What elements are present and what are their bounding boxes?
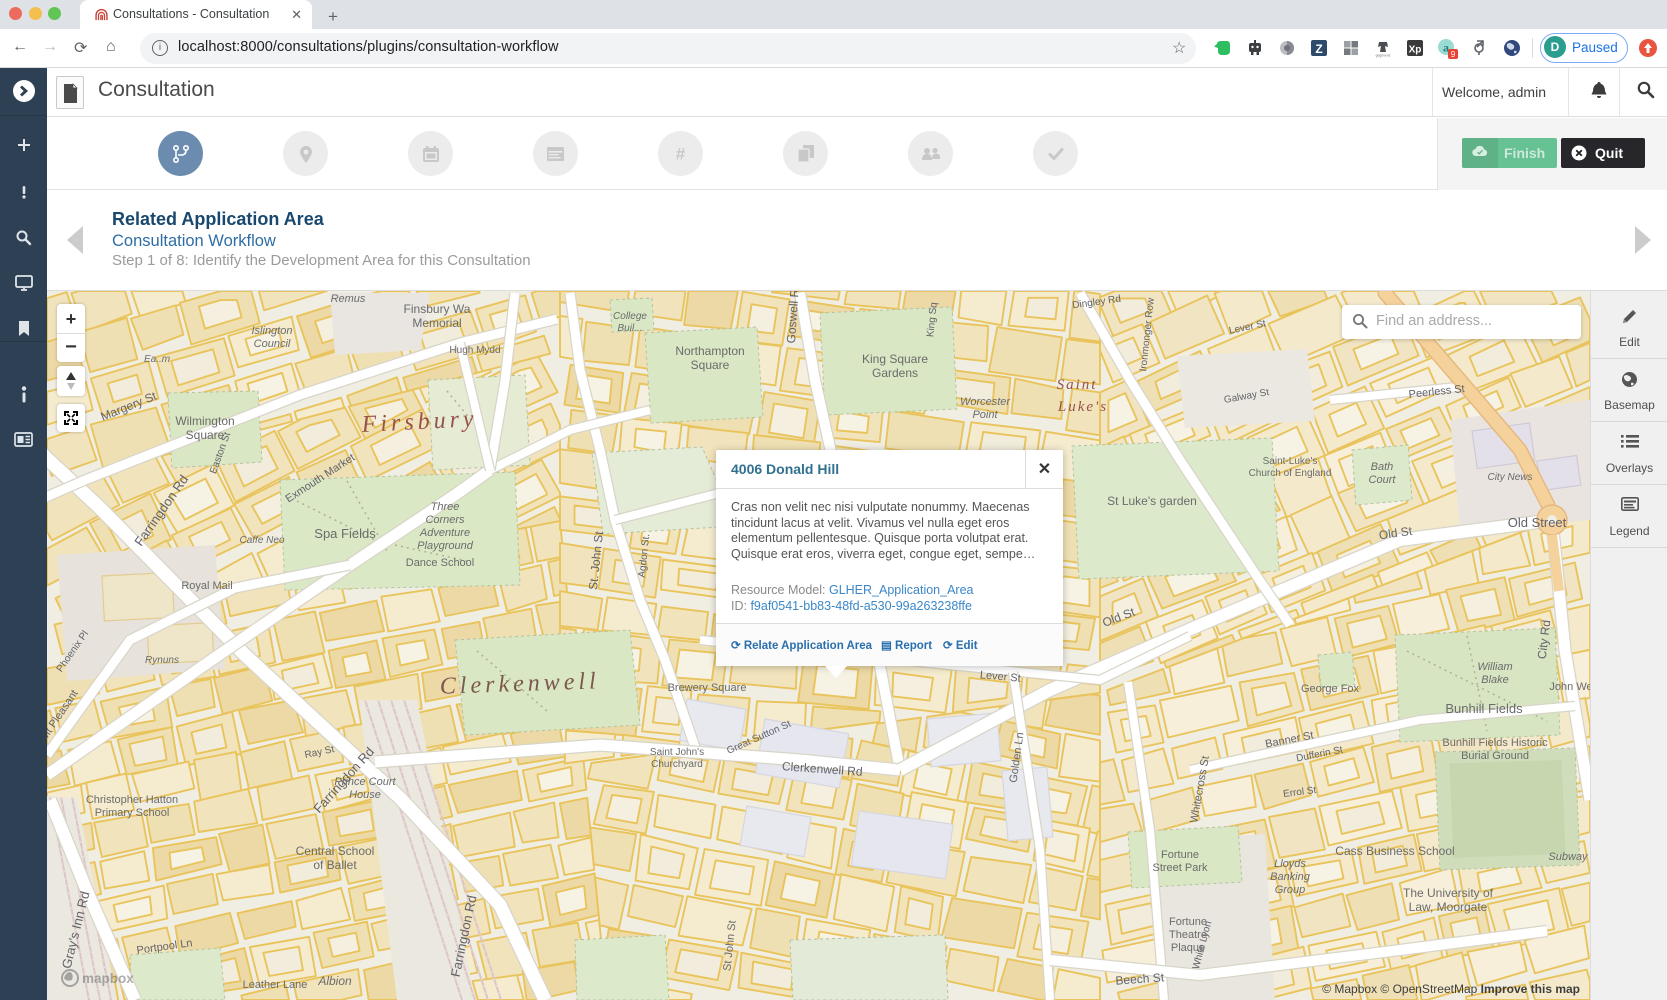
svg-text:Buil...: Buil... [617,323,642,334]
svg-text:Xp: Xp [1409,45,1422,56]
svg-text:Plaque: Plaque [1171,942,1205,954]
svg-text:Street Park: Street Park [1152,862,1208,874]
svg-text:Council: Council [254,338,291,350]
svg-text:Christopher Hatton: Christopher Hatton [86,794,178,806]
svg-text:Court: Court [1369,474,1397,486]
svg-text:Ea..m: Ea..m [144,354,170,365]
svg-text:Fortune: Fortune [1169,916,1207,928]
svg-text:Saint-Luke's: Saint-Luke's [1263,456,1318,467]
svg-text:Memorial: Memorial [412,316,461,330]
svg-text:Luke's: Luke's [1057,399,1108,415]
svg-text:Square: Square [186,428,225,442]
svg-text:House: House [349,789,381,801]
svg-text:gegevens: gegevens [1376,54,1391,58]
svg-text:George Fox: George Fox [1301,683,1360,695]
svg-text:Primary School: Primary School [95,807,170,819]
svg-text:Prince Court: Prince Court [334,776,396,788]
svg-text:Law, Moorgate: Law, Moorgate [1409,900,1488,914]
svg-text:Point: Point [972,409,998,421]
svg-text:#: # [676,145,686,162]
svg-text:Square: Square [691,358,730,372]
svg-text:Leather Lane: Leather Lane [243,979,308,991]
svg-text:Worcester: Worcester [960,396,1011,408]
svg-text:Dance School: Dance School [406,557,475,569]
svg-text:William: William [1477,661,1512,673]
svg-text:9: 9 [1451,50,1456,59]
svg-text:St Luke's garden: St Luke's garden [1107,494,1197,508]
svg-text:Bunhill Fields: Bunhill Fields [1445,701,1523,716]
svg-text:Saint: Saint [1057,377,1098,393]
svg-text:Royal Mail: Royal Mail [181,580,232,592]
svg-text:Blake: Blake [1481,674,1509,686]
svg-text:Z: Z [1315,42,1322,56]
svg-text:College: College [613,311,647,322]
svg-text:Group: Group [1275,884,1306,896]
svg-text:Banking: Banking [1270,871,1311,883]
svg-text:Three: Three [431,501,460,513]
svg-text:Lloyds: Lloyds [1274,858,1306,870]
svg-text:Remus: Remus [331,293,366,305]
svg-text:Albion: Albion [317,974,352,988]
svg-text:Fortune: Fortune [1161,849,1199,861]
svg-text:Spa Fields: Spa Fields [314,526,376,541]
svg-text:John Wesl: John Wesl [1549,681,1590,693]
svg-text:Brewery Square: Brewery Square [668,682,747,694]
svg-text:Bath: Bath [1371,461,1394,473]
svg-text:Corners: Corners [425,514,465,526]
svg-text:Theatre: Theatre [1169,929,1207,941]
svg-text:Adventure: Adventure [419,527,470,539]
svg-text:Finsbury Wa: Finsbury Wa [404,302,471,316]
svg-text:Caffe Neo: Caffe Neo [239,535,284,546]
svg-text:Cass Business School: Cass Business School [1335,844,1454,858]
svg-text:Gardens: Gardens [872,366,918,380]
svg-text:Hugh Mydd: Hugh Mydd [449,345,500,356]
svg-text:King Square: King Square [862,352,928,366]
svg-text:Saint John's: Saint John's [650,747,704,758]
svg-text:Church of England: Church of England [1249,468,1332,479]
svg-text:of Ballet: of Ballet [313,858,357,872]
svg-text:Burial Ground: Burial Ground [1461,750,1529,762]
svg-text:Central School: Central School [296,844,375,858]
svg-text:Old Street: Old Street [1508,515,1567,530]
svg-text:mapbox: mapbox [82,971,134,986]
svg-text:Playground: Playground [417,540,474,552]
svg-text:Rynuns: Rynuns [145,655,179,666]
svg-text:The University of: The University of [1403,886,1494,900]
svg-text:City News: City News [1487,472,1532,483]
svg-text:Northampton: Northampton [675,344,744,358]
svg-text:Bunhill Fields Historic: Bunhill Fields Historic [1442,737,1548,749]
svg-text:Churchyard: Churchyard [651,759,703,770]
svg-text:Wilmington: Wilmington [175,414,234,428]
svg-text:Subway: Subway [1548,851,1589,863]
svg-text:Islington: Islington [252,325,293,337]
